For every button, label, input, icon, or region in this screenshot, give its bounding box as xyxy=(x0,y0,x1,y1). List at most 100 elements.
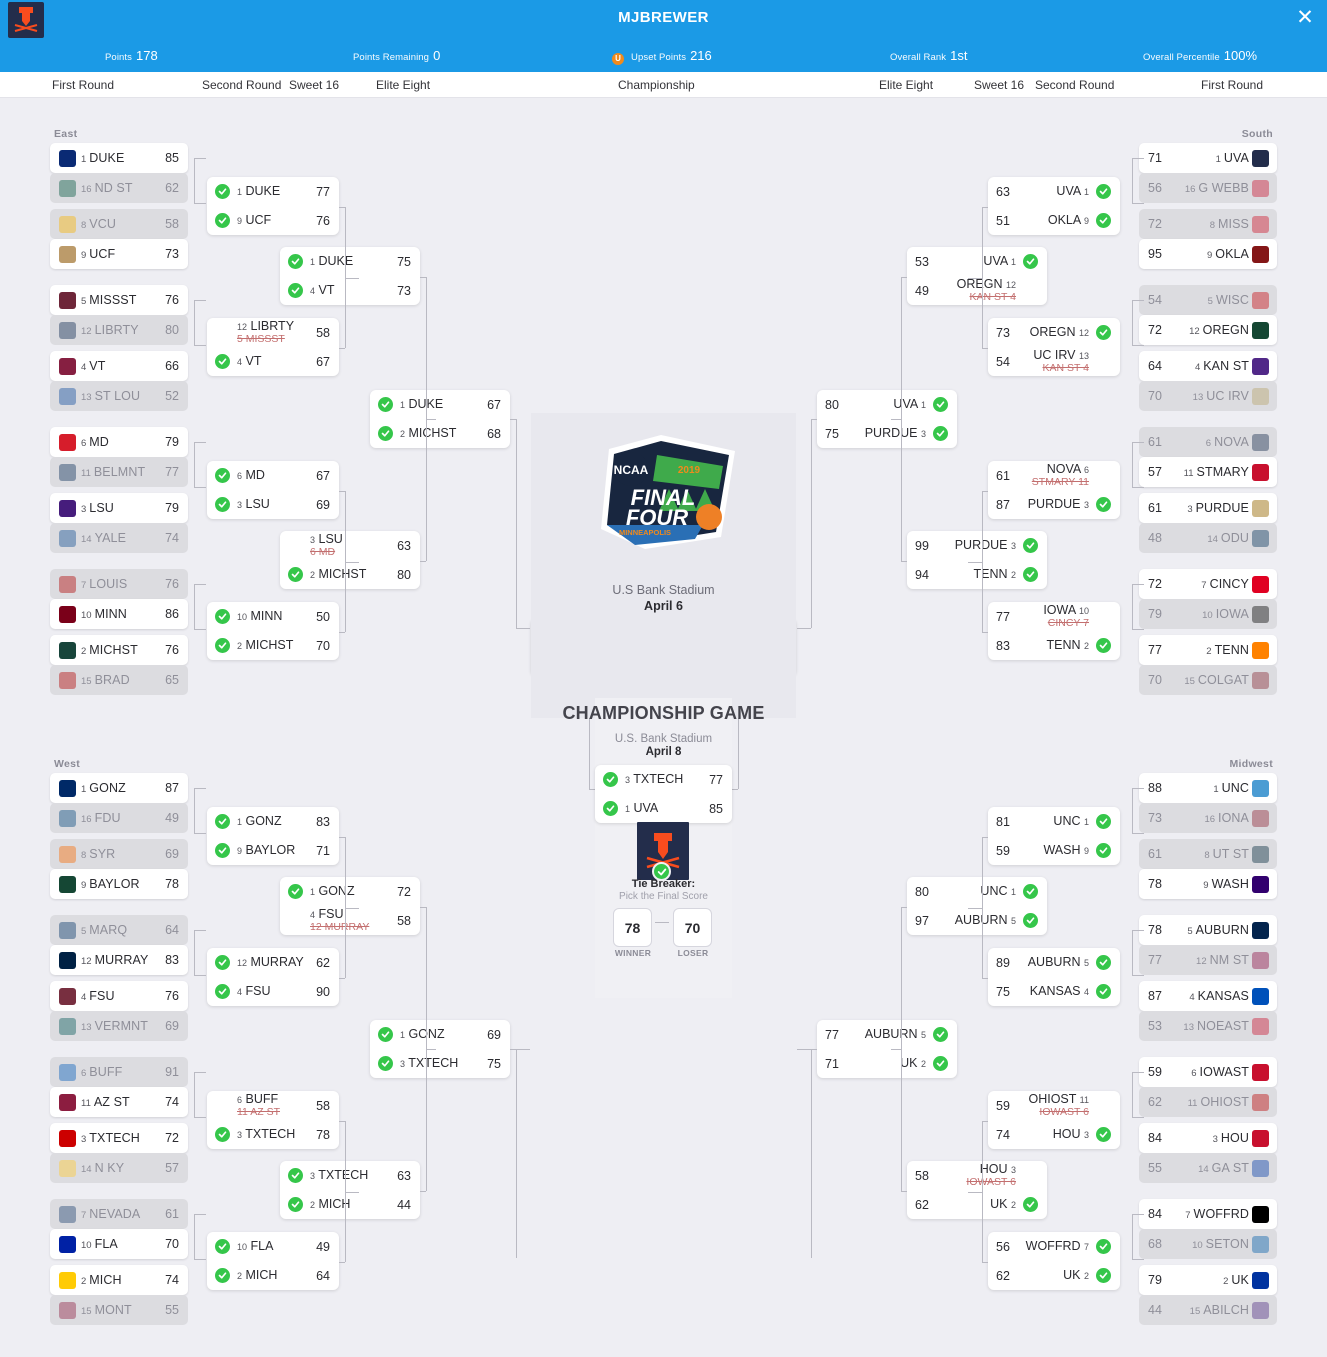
match-row[interactable]: 3 TXTECH 75 xyxy=(370,1049,510,1078)
match-box[interactable]: 10 FLA 49 2 MICH 64 xyxy=(207,1232,339,1290)
match-row[interactable]: PURDUE 3 87 xyxy=(988,490,1120,519)
match-box[interactable]: 3 TXTECH 63 2 MICH 44 xyxy=(280,1161,420,1219)
match-row[interactable]: 1 DUKE 77 xyxy=(207,177,339,206)
match-box[interactable]: UVA 1 63 OKLA 9 51 xyxy=(988,177,1120,235)
first-round-team[interactable]: 7 LOUIS 76 xyxy=(50,569,188,599)
match-box[interactable]: AUBURN 5 77 UK 2 71 xyxy=(817,1020,957,1078)
first-round-team[interactable]: 8 SYR 69 xyxy=(50,839,188,869)
first-round-team[interactable]: NM ST 12 77 xyxy=(1139,945,1277,975)
match-box[interactable]: IOWA 10 CINCY 7 77 TENN 2 83 xyxy=(988,602,1120,660)
first-round-team[interactable]: 15 MONT 55 xyxy=(50,1295,188,1325)
match-row[interactable]: 1 DUKE 67 xyxy=(370,390,510,419)
match-box[interactable]: WOFFRD 7 56 UK 2 62 xyxy=(988,1232,1120,1290)
match-row[interactable]: UK 2 62 xyxy=(907,1190,1047,1219)
first-round-team[interactable]: OHIOST 11 62 xyxy=(1139,1087,1277,1117)
title-game-box[interactable]: 3 TXTECH 77 1 UVA 85 xyxy=(595,765,732,823)
first-round-team[interactable]: TENN 2 77 xyxy=(1139,635,1277,665)
tie-breaker-winner-input[interactable]: 78 xyxy=(613,908,652,947)
match-row[interactable]: 3 TXTECH 63 xyxy=(280,1161,420,1190)
first-round-team[interactable]: ABILCH 15 44 xyxy=(1139,1295,1277,1325)
match-box[interactable]: 1 DUKE 67 2 MICHST 68 xyxy=(370,390,510,448)
match-box[interactable]: 1 GONZ 69 3 TXTECH 75 xyxy=(370,1020,510,1078)
first-round-team[interactable]: 2 MICH 74 xyxy=(50,1265,188,1295)
title-game-row[interactable]: 1 UVA 85 xyxy=(595,794,732,823)
match-row[interactable]: OHIOST 11 IOWAST 6 59 xyxy=(988,1091,1120,1120)
first-round-team[interactable]: 4 VT 66 xyxy=(50,351,188,381)
first-round-team[interactable]: 16 FDU 49 xyxy=(50,803,188,833)
match-box[interactable]: 1 GONZ 72 4 FSU 12 MURRAY 58 xyxy=(280,877,420,935)
match-row[interactable]: 2 MICHST 70 xyxy=(207,631,339,660)
match-row[interactable]: 4 VT 73 xyxy=(280,276,420,305)
match-box[interactable]: NOVA 6 STMARY 11 61 PURDUE 3 87 xyxy=(988,461,1120,519)
first-round-team[interactable]: UK 2 79 xyxy=(1139,1265,1277,1295)
first-round-team[interactable]: G WEBB 16 56 xyxy=(1139,173,1277,203)
match-box[interactable]: 1 DUKE 77 9 UCF 76 xyxy=(207,177,339,235)
first-round-team[interactable]: COLGAT 15 70 xyxy=(1139,665,1277,695)
match-row[interactable]: KANSAS 4 75 xyxy=(988,977,1120,1006)
match-row[interactable]: OREGN 12 KAN ST 4 49 xyxy=(907,276,1047,305)
match-row[interactable]: 10 FLA 49 xyxy=(207,1232,339,1261)
match-box[interactable]: 10 MINN 50 2 MICHST 70 xyxy=(207,602,339,660)
first-round-team[interactable]: 10 MINN 86 xyxy=(50,599,188,629)
first-round-team[interactable]: 2 MICHST 76 xyxy=(50,635,188,665)
match-row[interactable]: OKLA 9 51 xyxy=(988,206,1120,235)
match-box[interactable]: 6 MD 67 3 LSU 69 xyxy=(207,461,339,519)
first-round-team[interactable]: 15 BRAD 65 xyxy=(50,665,188,695)
match-box[interactable]: 12 MURRAY 62 4 FSU 90 xyxy=(207,948,339,1006)
first-round-team[interactable]: PURDUE 3 61 xyxy=(1139,493,1277,523)
first-round-team[interactable]: GA ST 14 55 xyxy=(1139,1153,1277,1183)
first-round-team[interactable]: KANSAS 4 87 xyxy=(1139,981,1277,1011)
match-row[interactable]: 1 GONZ 83 xyxy=(207,807,339,836)
first-round-team[interactable]: WASH 9 78 xyxy=(1139,869,1277,899)
match-row[interactable]: 9 BAYLOR 71 xyxy=(207,836,339,865)
match-row[interactable]: IOWA 10 CINCY 7 77 xyxy=(988,602,1120,631)
first-round-team[interactable]: 1 GONZ 87 xyxy=(50,773,188,803)
match-row[interactable]: UNC 1 81 xyxy=(988,807,1120,836)
first-round-team[interactable]: 13 VERMNT 69 xyxy=(50,1011,188,1041)
first-round-team[interactable]: UVA 1 71 xyxy=(1139,143,1277,173)
match-row[interactable]: 6 MD 67 xyxy=(207,461,339,490)
first-round-team[interactable]: 7 NEVADA 61 xyxy=(50,1199,188,1229)
match-box[interactable]: 12 LIBRTY 5 MISSST 58 4 VT 67 xyxy=(207,318,339,376)
first-round-team[interactable]: NOEAST 13 53 xyxy=(1139,1011,1277,1041)
first-round-team[interactable]: WISC 5 54 xyxy=(1139,285,1277,315)
match-box[interactable]: PURDUE 3 99 TENN 2 94 xyxy=(907,531,1047,589)
first-round-team[interactable]: 9 UCF 73 xyxy=(50,239,188,269)
first-round-team[interactable]: 6 BUFF 91 xyxy=(50,1057,188,1087)
match-row[interactable]: 3 LSU 69 xyxy=(207,490,339,519)
match-row[interactable]: 4 VT 67 xyxy=(207,347,339,376)
tie-breaker-loser-input[interactable]: 70 xyxy=(673,908,712,947)
first-round-team[interactable]: MISS 8 72 xyxy=(1139,209,1277,239)
match-row[interactable]: UVA 1 63 xyxy=(988,177,1120,206)
first-round-team[interactable]: STMARY 11 57 xyxy=(1139,457,1277,487)
match-row[interactable]: 12 MURRAY 62 xyxy=(207,948,339,977)
match-box[interactable]: UVA 1 80 PURDUE 3 75 xyxy=(817,390,957,448)
match-row[interactable]: 2 MICHST 80 xyxy=(280,560,420,589)
first-round-team[interactable]: 13 ST LOU 52 xyxy=(50,381,188,411)
match-row[interactable]: 1 DUKE 75 xyxy=(280,247,420,276)
match-row[interactable]: 6 BUFF 11 AZ ST 58 xyxy=(207,1091,339,1120)
first-round-team[interactable]: 14 N KY 57 xyxy=(50,1153,188,1183)
first-round-team[interactable]: UC IRV 13 70 xyxy=(1139,381,1277,411)
first-round-team[interactable]: 5 MISSST 76 xyxy=(50,285,188,315)
match-row[interactable]: PURDUE 3 99 xyxy=(907,531,1047,560)
match-row[interactable]: 12 LIBRTY 5 MISSST 58 xyxy=(207,318,339,347)
first-round-team[interactable]: UNC 1 88 xyxy=(1139,773,1277,803)
first-round-team[interactable]: 8 VCU 58 xyxy=(50,209,188,239)
first-round-team[interactable]: CINCY 7 72 xyxy=(1139,569,1277,599)
first-round-team[interactable]: 3 TXTECH 72 xyxy=(50,1123,188,1153)
match-row[interactable]: AUBURN 5 89 xyxy=(988,948,1120,977)
match-row[interactable]: 1 GONZ 72 xyxy=(280,877,420,906)
first-round-team[interactable]: 14 YALE 74 xyxy=(50,523,188,553)
match-row[interactable]: UNC 1 80 xyxy=(907,877,1047,906)
first-round-team[interactable]: 11 AZ ST 74 xyxy=(50,1087,188,1117)
title-game-row[interactable]: 3 TXTECH 77 xyxy=(595,765,732,794)
first-round-team[interactable]: WOFFRD 7 84 xyxy=(1139,1199,1277,1229)
match-box[interactable]: 1 DUKE 75 4 VT 73 xyxy=(280,247,420,305)
first-round-team[interactable]: ODU 14 48 xyxy=(1139,523,1277,553)
first-round-team[interactable]: 16 ND ST 62 xyxy=(50,173,188,203)
first-round-team[interactable]: IOWAST 6 59 xyxy=(1139,1057,1277,1087)
match-row[interactable]: HOU 3 74 xyxy=(988,1120,1120,1149)
first-round-team[interactable]: KAN ST 4 64 xyxy=(1139,351,1277,381)
match-row[interactable]: 9 UCF 76 xyxy=(207,206,339,235)
